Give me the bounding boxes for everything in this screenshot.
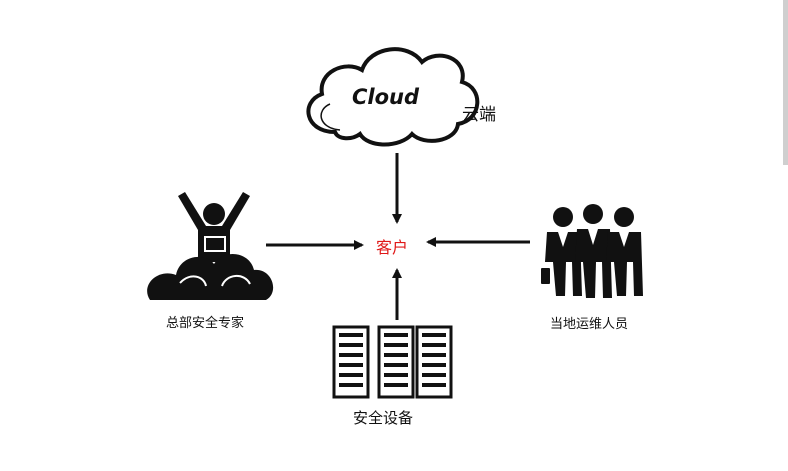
server-racks-icon xyxy=(332,325,453,399)
architecture-diagram: Cloud 云端 客户 总部安全专家 当地运维人员 安全设备 xyxy=(0,0,788,467)
cloud-icon: Cloud xyxy=(306,47,480,147)
client-label: 客户 xyxy=(376,238,409,257)
staff-label: 当地运维人员 xyxy=(550,317,629,332)
cheering-person-on-cloud-icon xyxy=(147,192,274,300)
business-people-group-icon xyxy=(541,204,643,298)
right-edge-divider xyxy=(783,0,788,165)
expert-label: 总部安全专家 xyxy=(166,316,245,331)
cloud-text: Cloud xyxy=(352,85,420,109)
equipment-label: 安全设备 xyxy=(353,409,414,427)
cloud-label: 云端 xyxy=(462,105,496,125)
